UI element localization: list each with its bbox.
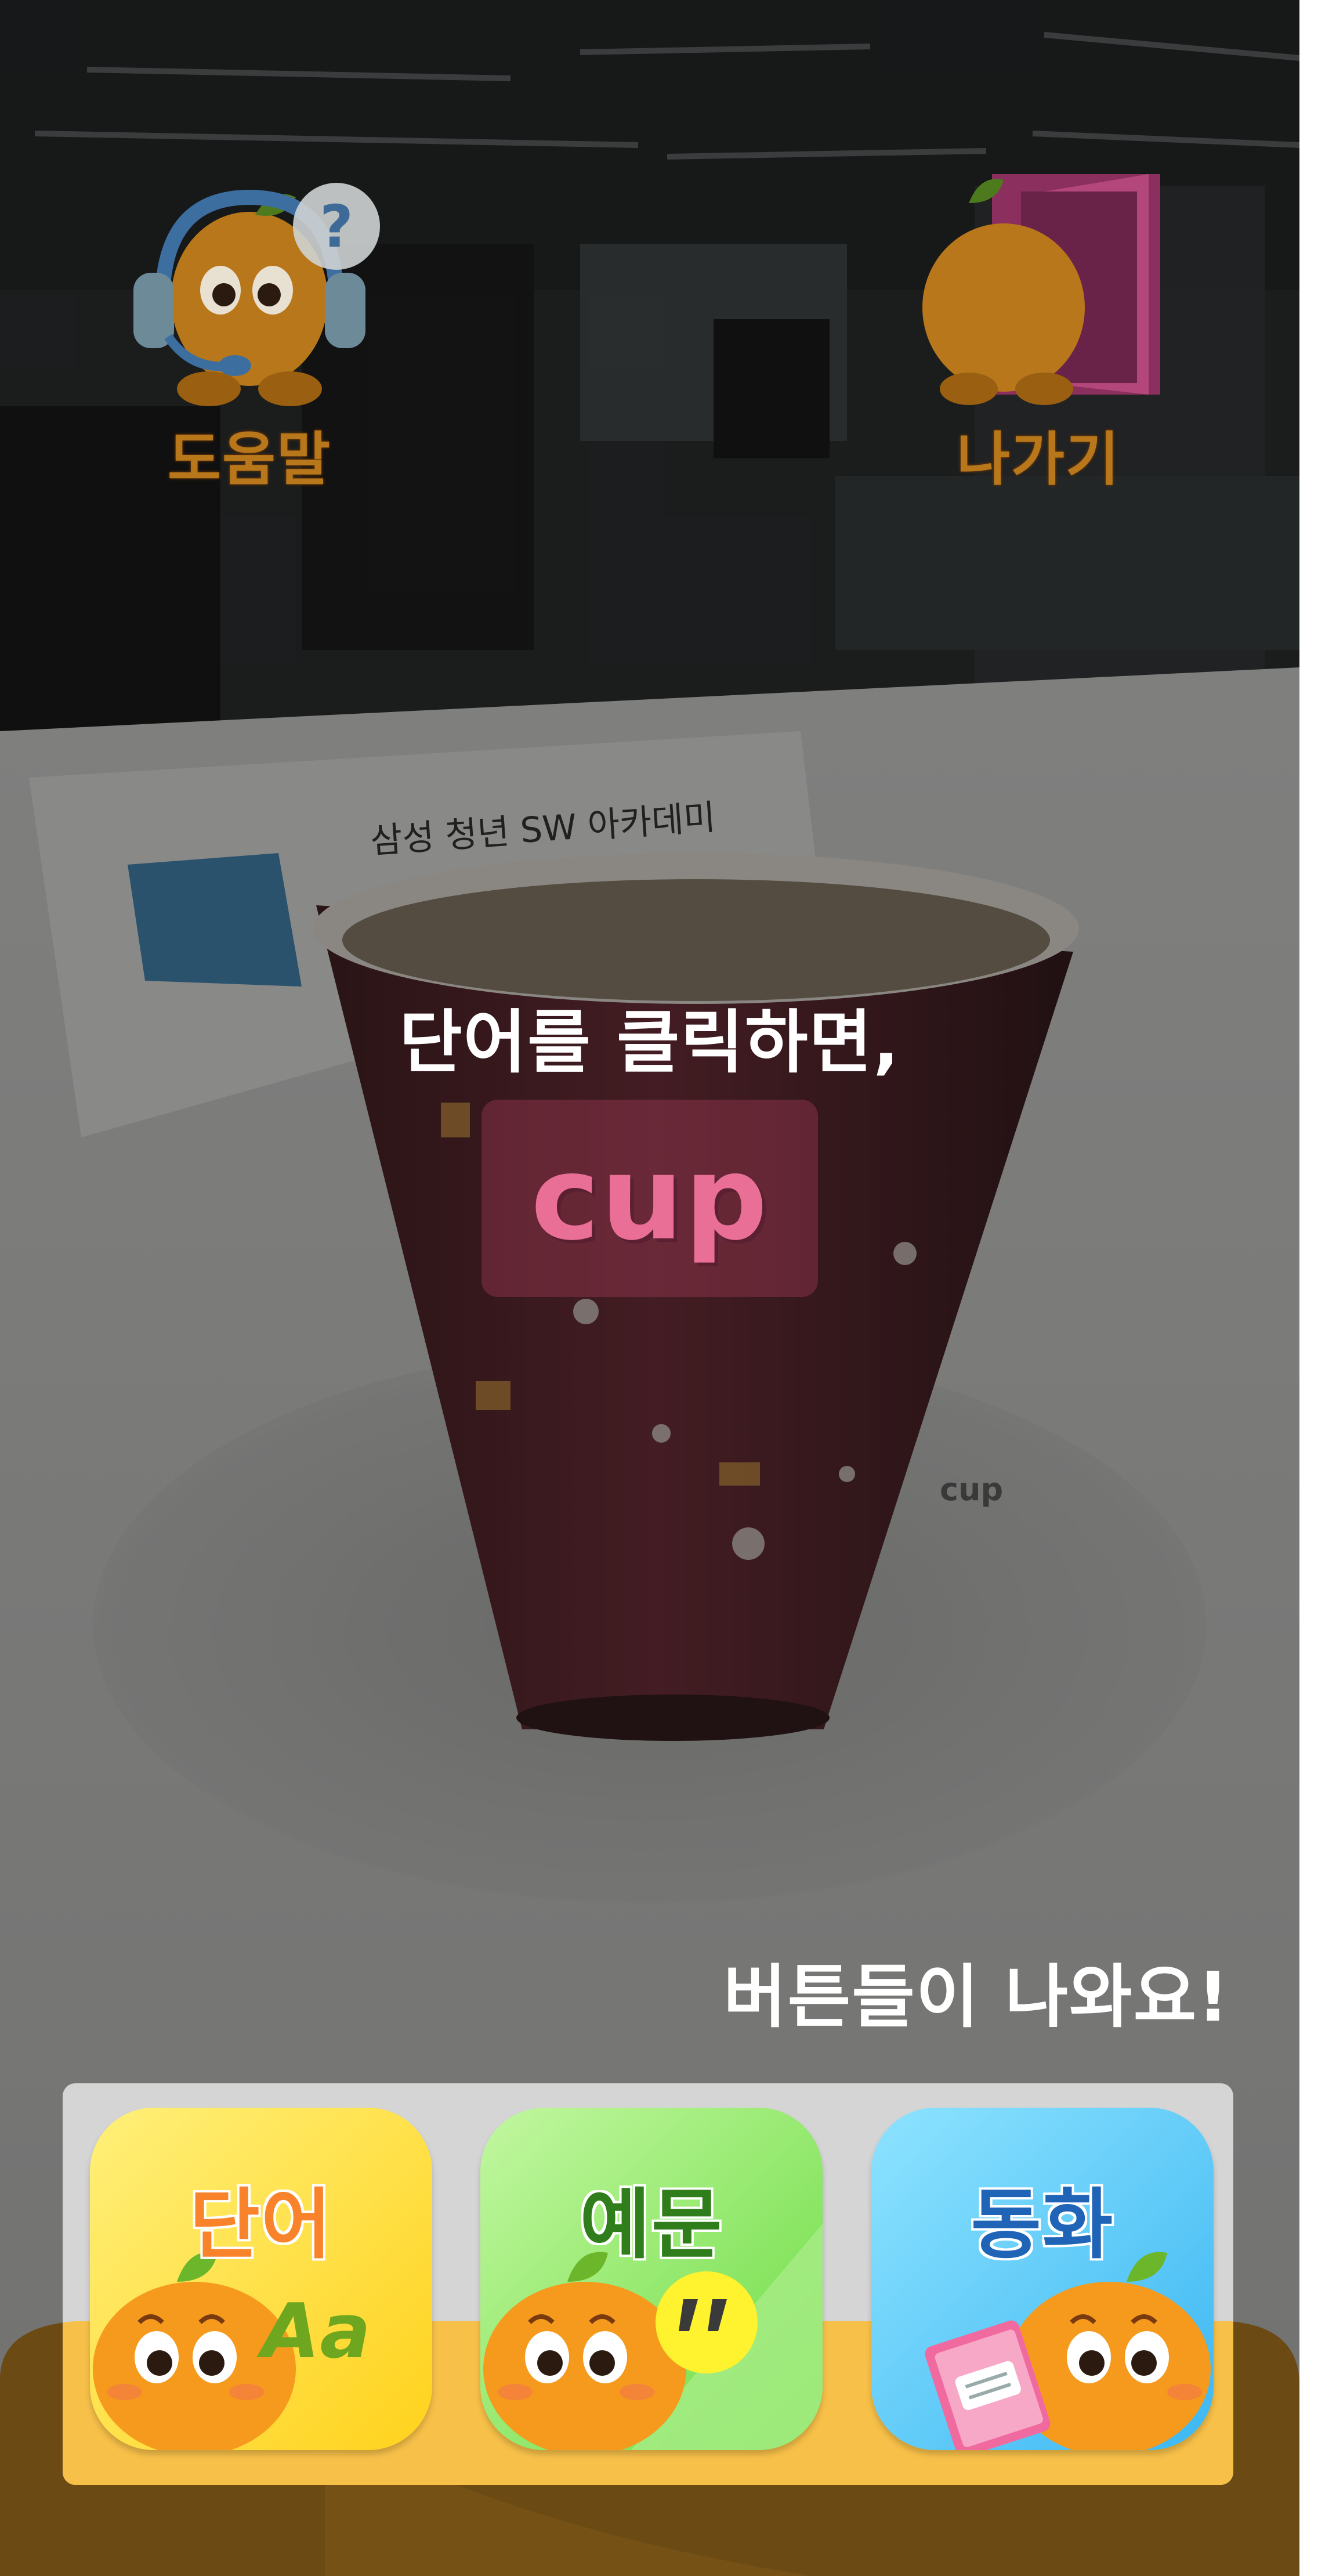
story-button-label: 동화 (971, 2180, 1114, 2270)
svg-text:?: ? (320, 193, 353, 261)
exit-label: 나가기 (957, 425, 1120, 493)
ar-camera-view: 삼성 청년 SW 아카데미 ? 도움말 나가기 단어를 클릭하면, cup cu… (0, 0, 1299, 2576)
word-mascot-icon: Aa (93, 2252, 371, 2450)
word-button[interactable]: Aa 단어 (90, 2108, 432, 2450)
help-label: 도움말 (168, 425, 331, 493)
ar-word-tag[interactable]: cup (940, 1471, 1003, 1508)
aa-glyph: Aa (256, 2287, 371, 2375)
guide-text-buttons-appear: 버튼들이 나와요! (723, 1957, 1230, 2037)
word-button-label: 단어 (189, 2180, 333, 2270)
headset-mascot-icon: ? (133, 183, 380, 406)
story-button[interactable]: 동화 (871, 2108, 1214, 2450)
example-button-label: 예문 (580, 2180, 723, 2270)
right-margin (1299, 0, 1336, 2576)
example-mascot-icon (483, 2224, 823, 2450)
exit-door-mascot-icon (922, 174, 1160, 405)
example-sentence-button[interactable]: 예문 (480, 2108, 823, 2450)
guide-text-tap-word: 단어를 클릭하면, (399, 1002, 900, 1082)
help-button[interactable]: ? 도움말 (116, 174, 383, 499)
detected-word-label: cup (530, 1130, 769, 1266)
detected-word-chip[interactable]: cup (481, 1100, 818, 1297)
exit-button[interactable]: 나가기 (905, 174, 1172, 499)
story-book-mascot-icon (925, 2252, 1211, 2450)
